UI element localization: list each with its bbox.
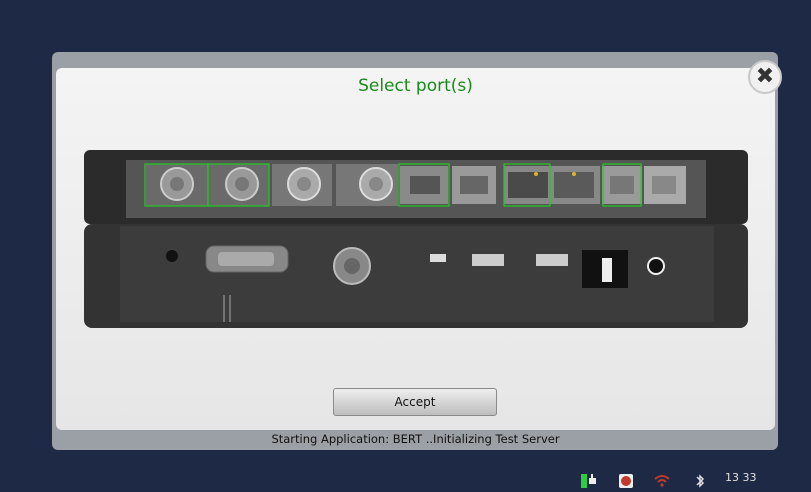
close-button[interactable]: ✖ — [748, 60, 782, 94]
sfp-port-group[interactable] — [504, 166, 600, 204]
device-panel-image — [84, 150, 748, 328]
serial-port — [205, 245, 289, 273]
usb-port-1 — [472, 254, 504, 266]
rj-port-a[interactable] — [602, 166, 642, 204]
rj-port-b[interactable] — [644, 166, 686, 204]
usb-mini-port — [430, 254, 446, 262]
dialog-title: Select port(s) — [358, 76, 473, 96]
close-icon: ✖ — [755, 64, 775, 89]
bnc-port-3[interactable] — [272, 164, 332, 206]
accept-button[interactable]: Accept — [333, 388, 497, 416]
status-message: Starting Application: BERT ..Initializin… — [271, 432, 560, 446]
wifi-icon[interactable] — [654, 474, 670, 488]
clock: 13 33 — [725, 471, 757, 484]
ethernet-port-b[interactable] — [452, 166, 496, 204]
power-jack — [647, 257, 665, 275]
device-illustration — [84, 150, 748, 328]
bnc-port-4[interactable] — [336, 164, 398, 206]
bnc-port-1[interactable] — [146, 164, 208, 206]
power-plug-icon[interactable] — [580, 472, 598, 490]
lan-port — [582, 250, 628, 288]
bluetooth-icon[interactable] — [694, 473, 706, 489]
ethernet-port-a[interactable] — [400, 166, 448, 204]
bnc-port-2[interactable] — [209, 164, 269, 206]
bnc-lower-port — [333, 247, 371, 285]
headphone-jack — [166, 250, 178, 262]
stop-icon[interactable] — [618, 473, 634, 489]
usb-port-2 — [536, 254, 568, 266]
